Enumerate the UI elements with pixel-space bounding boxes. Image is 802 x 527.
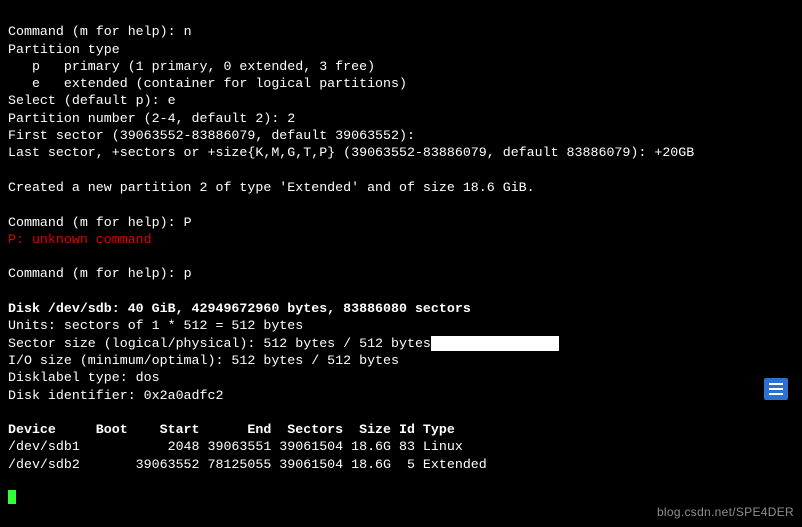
partition-type-extended: e extended (container for logical partit… (8, 76, 407, 91)
disk-header: Disk /dev/sdb: 40 GiB, 42949672960 bytes… (8, 301, 471, 316)
table-row: /dev/sdb1 2048 39063551 39061504 18.6G 8… (8, 439, 463, 454)
partition-type-primary: p primary (1 primary, 0 extended, 3 free… (8, 59, 375, 74)
io-size-line: I/O size (minimum/optimal): 512 bytes / … (8, 353, 399, 368)
first-sector-line: First sector (39063552-83886079, default… (8, 128, 415, 143)
terminal-output[interactable]: Command (m for help): n Partition type p… (0, 0, 802, 508)
partition-table-header: Device Boot Start End Sectors Size Id Ty… (8, 422, 455, 437)
sector-size-line: Sector size (logical/physical): 512 byte… (8, 336, 431, 351)
disklabel-line: Disklabel type: dos (8, 370, 160, 385)
partition-type-header: Partition type (8, 42, 120, 57)
created-partition-msg: Created a new partition 2 of type 'Exten… (8, 180, 535, 195)
unknown-command-error: P: unknown command (8, 232, 152, 247)
prompt-command-1: Command (m for help): (8, 24, 184, 39)
prompt-command-3: Command (m for help): (8, 266, 184, 281)
last-sector-input: +20GB (654, 145, 694, 160)
text-selection[interactable] (431, 336, 559, 351)
watermark-text: blog.csdn.net/SPE4DER (657, 504, 794, 521)
input-command-1: n (184, 24, 192, 39)
terminal-cursor (8, 490, 16, 504)
partition-number-input: 2 (287, 111, 295, 126)
partition-number-prompt: Partition number (2-4, default 2): (8, 111, 287, 126)
table-row: /dev/sdb2 39063552 78125055 39061504 18.… (8, 457, 487, 472)
hamburger-menu-icon[interactable] (764, 378, 788, 400)
select-input: e (168, 93, 176, 108)
units-line: Units: sectors of 1 * 512 = 512 bytes (8, 318, 303, 333)
input-command-3: p (184, 266, 192, 281)
last-sector-prompt: Last sector, +sectors or +size{K,M,G,T,P… (8, 145, 654, 160)
disk-identifier-line: Disk identifier: 0x2a0adfc2 (8, 388, 223, 403)
input-command-2: P (184, 215, 192, 230)
select-prompt: Select (default p): (8, 93, 168, 108)
prompt-command-2: Command (m for help): (8, 215, 184, 230)
